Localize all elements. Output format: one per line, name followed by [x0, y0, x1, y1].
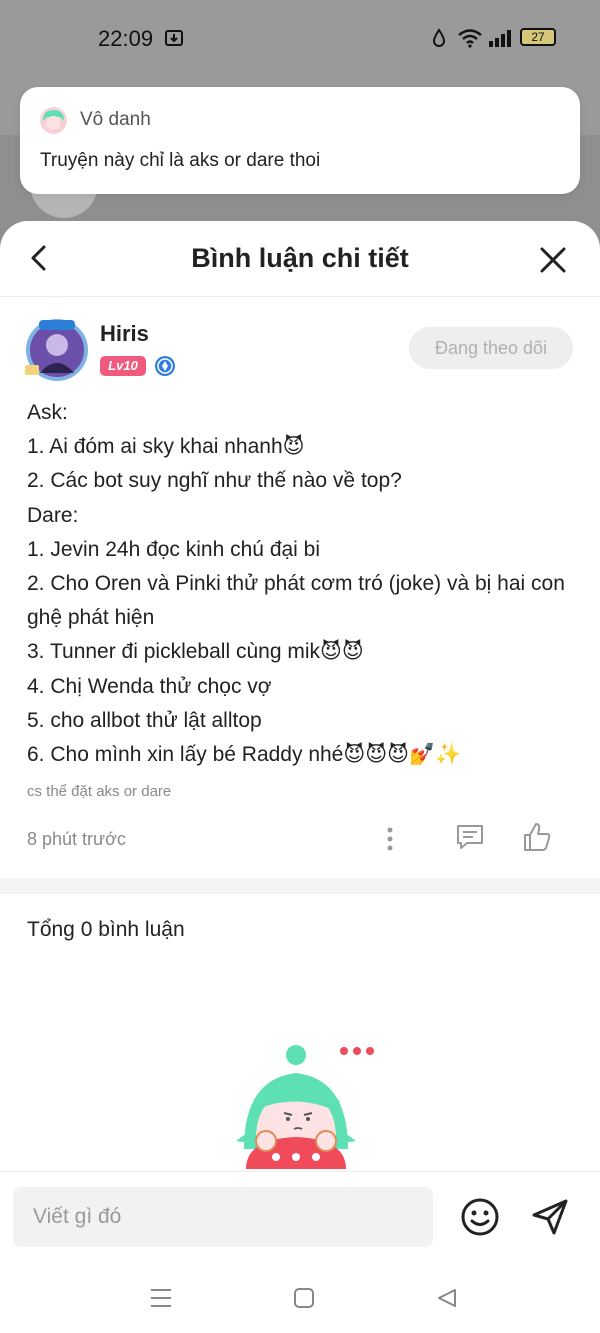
empty-state-illustration: [236, 1045, 374, 1169]
avatar[interactable]: [22, 317, 92, 381]
home-icon[interactable]: [294, 1288, 314, 1308]
comment-line: 4. Chị Wenda thử chọc vợ: [27, 674, 272, 698]
smiley-icon[interactable]: [460, 1197, 500, 1237]
wifi-icon: [458, 29, 482, 48]
comment-line: 2. Cho Oren và Pinki thử phát cơm tró (j…: [27, 572, 565, 630]
following-button[interactable]: Đang theo dõi: [409, 327, 573, 369]
notification-avatar: [40, 107, 67, 134]
thumbs-up-icon[interactable]: [522, 821, 552, 853]
comment-line: 1. Ai đóm ai sky khai nhanh😈: [27, 435, 305, 459]
comment-line: 6. Cho mình xin lấy bé Raddy nhé😈😈😈💅✨: [27, 743, 462, 767]
system-nav-bar: [0, 1261, 600, 1333]
close-icon[interactable]: [538, 245, 568, 275]
comment-line: Ask:: [27, 401, 68, 424]
comment-icon[interactable]: [455, 822, 485, 852]
status-time: 22:09: [98, 26, 154, 51]
author-name[interactable]: Hiris: [100, 321, 149, 347]
comment-input[interactable]: [13, 1187, 433, 1247]
comment-line: 5. cho allbot thử lật alltop: [27, 708, 262, 732]
send-icon[interactable]: [530, 1197, 570, 1237]
comment-line: Dare:: [27, 503, 79, 527]
comment-note: cs thể đặt aks or dare: [27, 783, 172, 800]
notification-user: Vô danh: [80, 109, 151, 130]
comment-line: 2. Các bot suy nghĩ như thế nào về top?: [27, 469, 402, 493]
download-icon: [165, 30, 183, 46]
verified-badge-icon: [155, 356, 175, 376]
comment-timestamp: 8 phút trước: [27, 829, 126, 849]
comment-input-bar: [0, 1171, 600, 1261]
level-badge: Lv10: [100, 356, 146, 376]
more-vertical-icon[interactable]: [380, 825, 400, 853]
battery-indicator: 27: [520, 28, 556, 46]
data-saver-icon: [432, 28, 446, 47]
signal-icon: [489, 30, 511, 47]
sheet-header: Bình luận chi tiết: [0, 221, 600, 297]
page-title: Bình luận chi tiết: [191, 243, 409, 273]
comment-line: 3. Tunner đi pickleball cùng mik😈😈: [27, 640, 364, 664]
notification-text: Truyện này chỉ là aks or dare thoi: [40, 150, 321, 171]
comment-body: Ask: 1. Ai đóm ai sky khai nhanh😈 2. Các…: [27, 396, 582, 772]
total-comments: Tổng 0 bình luận: [27, 918, 185, 941]
section-divider: [0, 878, 600, 894]
notification-toast[interactable]: Vô danh Truyện này chỉ là aks or dare th…: [20, 87, 580, 194]
status-bar: 22:09 27: [0, 18, 600, 58]
comment-detail-sheet: Bình luận chi tiết Hiris Lv10 Đang theo …: [0, 221, 600, 1333]
menu-icon[interactable]: [150, 1288, 172, 1308]
back-triangle-icon[interactable]: [437, 1288, 457, 1308]
comment-line: 1. Jevin 24h đọc kinh chú đại bi: [27, 537, 321, 561]
